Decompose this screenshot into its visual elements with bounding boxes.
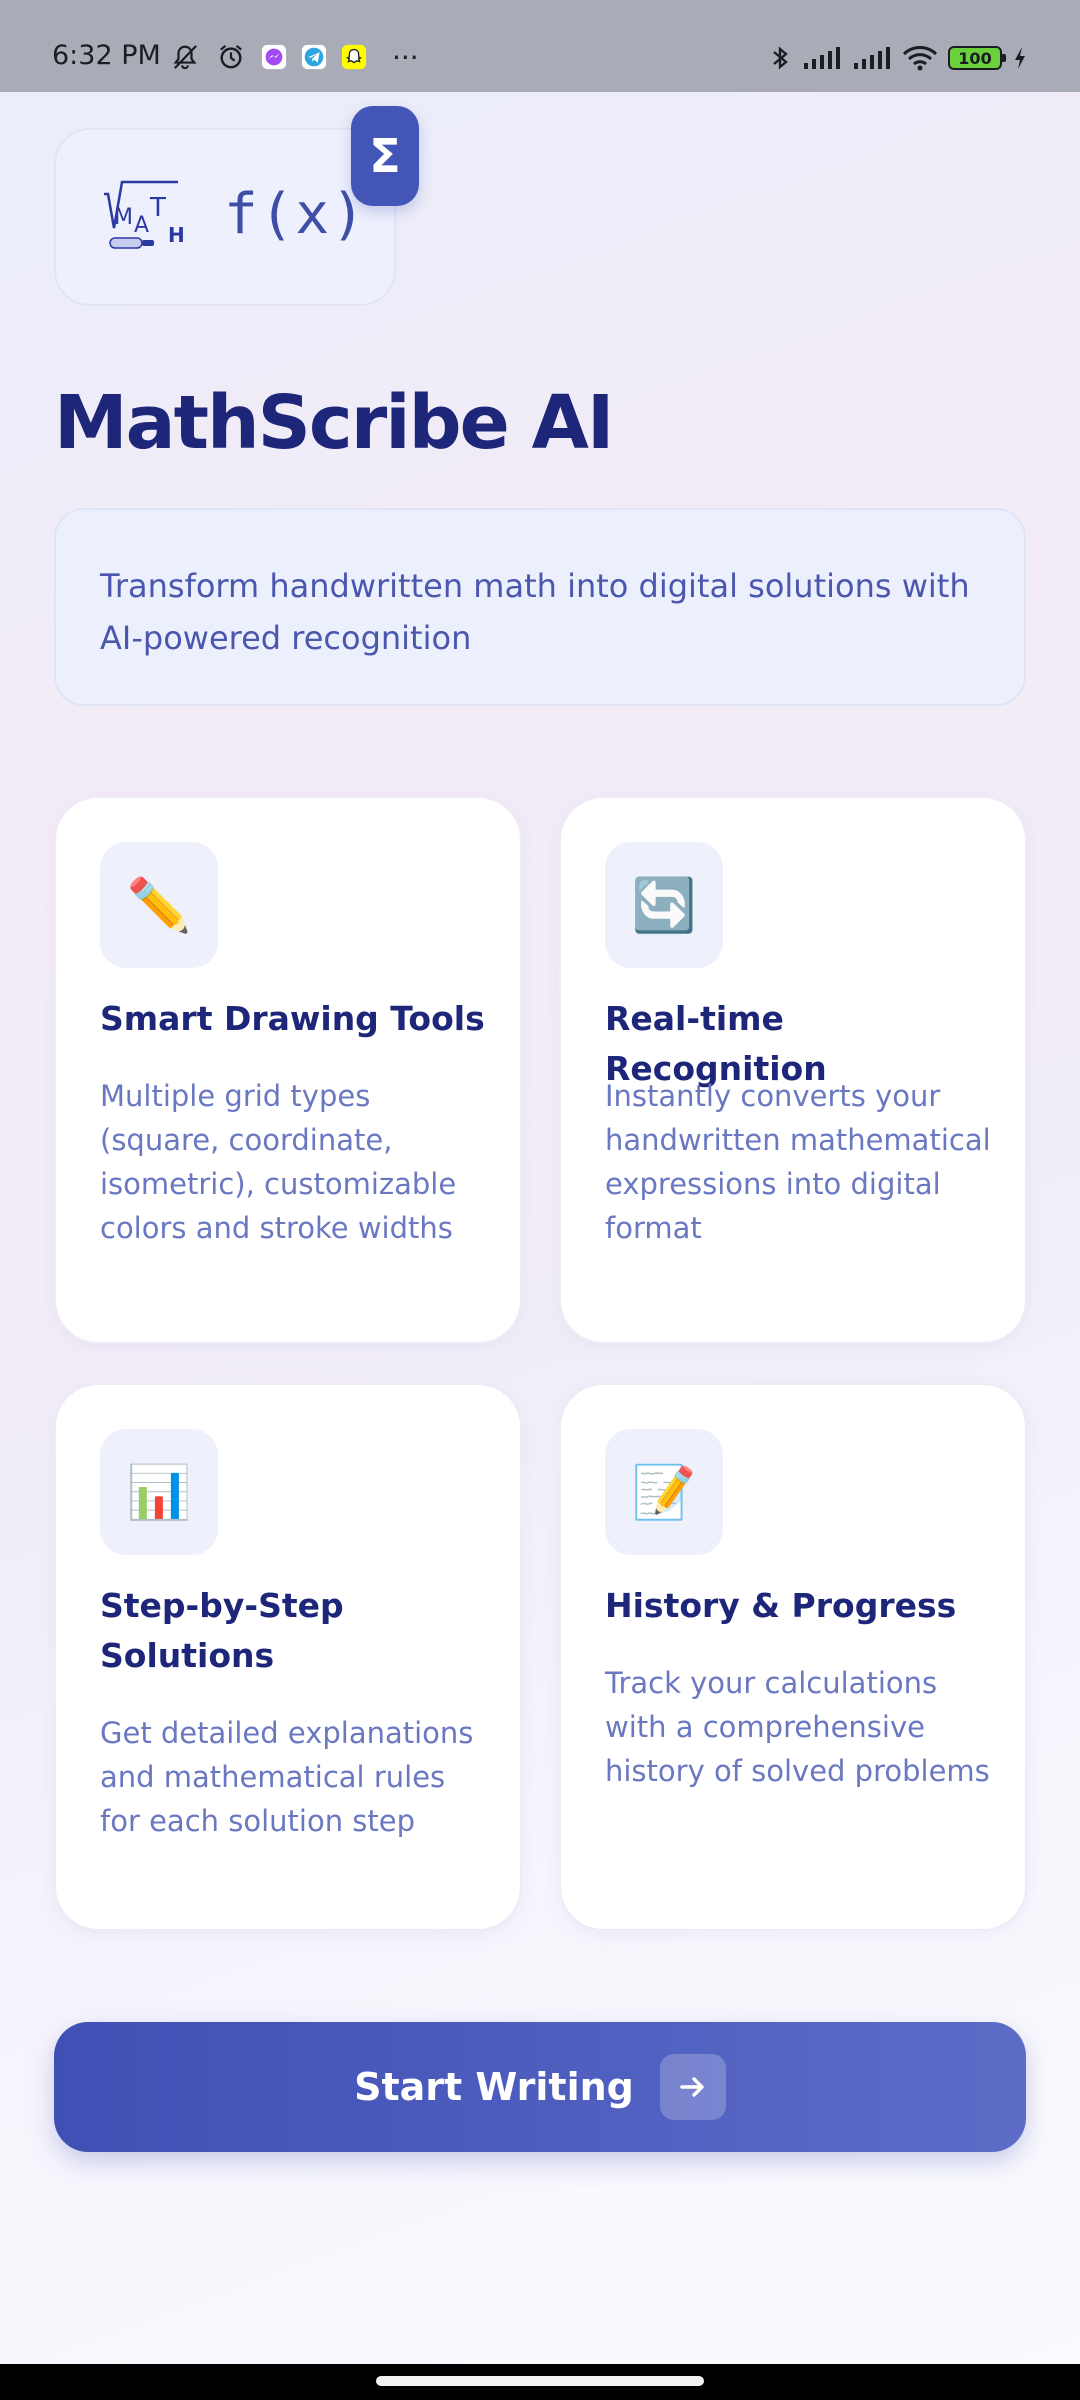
home-indicator[interactable] bbox=[376, 2376, 704, 2386]
svg-text:H: H bbox=[168, 223, 184, 247]
sigma-badge: Σ bbox=[351, 106, 419, 206]
pencil-icon: ✏️ bbox=[126, 875, 192, 936]
start-writing-button[interactable]: Start Writing bbox=[54, 2022, 1026, 2152]
feature-description: Instantly converts your handwritten math… bbox=[605, 1079, 991, 1245]
status-time: 6:32 PM bbox=[52, 40, 161, 71]
refresh-icon: 🔄 bbox=[631, 875, 697, 936]
feature-icon-box: 🔄 bbox=[605, 842, 723, 968]
overflow-dots: ··· bbox=[392, 41, 419, 74]
feature-icon-box: 📝 bbox=[605, 1429, 723, 1555]
logo-card: M A T H f(x) bbox=[54, 128, 396, 306]
feature-description: Get detailed explanations and mathematic… bbox=[100, 1716, 474, 1838]
app-title: MathScribe AI bbox=[54, 380, 614, 466]
feature-description: Multiple grid types (square, coordinate,… bbox=[100, 1079, 457, 1245]
svg-text:A: A bbox=[134, 213, 149, 238]
memo-icon: 📝 bbox=[631, 1462, 697, 1523]
feature-title: History & Progress bbox=[605, 1586, 957, 1625]
start-writing-label: Start Writing bbox=[354, 2065, 634, 2109]
feature-icon-box: ✏️ bbox=[100, 842, 218, 968]
battery-level: 100 bbox=[958, 48, 992, 68]
signal-icon bbox=[854, 47, 890, 69]
status-bar: 6:32 PM ··· 100 bbox=[0, 0, 1080, 92]
alarm-icon bbox=[220, 44, 242, 69]
math-logo-icon: M A T H bbox=[104, 180, 184, 249]
feature-icon-box: 📊 bbox=[100, 1429, 218, 1555]
feature-description: Track your calculations with a comprehen… bbox=[605, 1666, 990, 1788]
messenger-icon bbox=[261, 44, 287, 70]
fx-text: f(x) bbox=[224, 182, 367, 247]
feature-card-solutions: 📊 Step-by-Step Solutions Get detailed ex… bbox=[54, 1383, 522, 1931]
mute-bell-icon bbox=[173, 45, 197, 70]
feature-title: Step-by-Step Solutions bbox=[100, 1586, 344, 1675]
arrow-right-icon bbox=[659, 2054, 726, 2120]
app-subtitle: Transform handwritten math into digital … bbox=[100, 567, 970, 657]
telegram-icon bbox=[301, 44, 327, 70]
svg-text:M: M bbox=[114, 205, 133, 230]
bar-chart-icon: 📊 bbox=[126, 1462, 192, 1523]
feature-card-drawing-tools: ✏️ Smart Drawing Tools Multiple grid typ… bbox=[54, 796, 522, 1344]
svg-text:T: T bbox=[149, 193, 166, 223]
system-nav-bar bbox=[0, 2364, 1080, 2400]
battery-icon: 100 bbox=[948, 46, 1006, 70]
subtitle-box: Transform handwritten math into digital … bbox=[54, 508, 1026, 706]
status-right-group: 100 bbox=[768, 44, 1028, 72]
charging-icon bbox=[1015, 47, 1025, 69]
snapchat-icon bbox=[341, 44, 367, 70]
bluetooth-icon bbox=[773, 46, 788, 70]
feature-card-history: 📝 History & Progress Track your calculat… bbox=[559, 1383, 1027, 1931]
feature-card-recognition: 🔄 Real-time Recognition Instantly conver… bbox=[559, 796, 1027, 1344]
feature-title: Smart Drawing Tools bbox=[100, 999, 485, 1038]
wifi-icon bbox=[902, 46, 938, 71]
signal-icon bbox=[804, 47, 840, 69]
